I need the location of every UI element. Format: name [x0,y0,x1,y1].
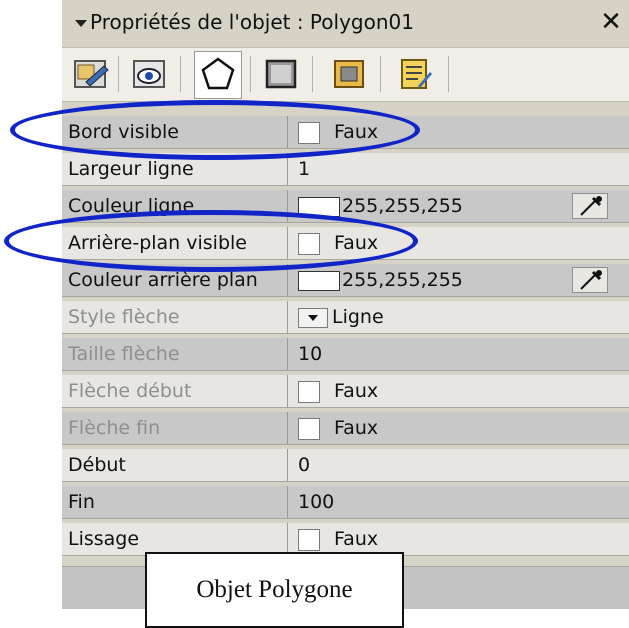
property-grid: Bord visible Faux Largeur ligne 1 Couleu… [62,116,629,566]
property-label: Lissage [68,528,140,550]
properties-panel: Propriétés de l'objet : Polygon01 ✕ Bord… [62,0,629,609]
property-label: Couleur arrière plan [68,269,258,291]
column-divider [287,190,288,222]
toolbar-separator [118,56,119,92]
checkbox[interactable] [298,381,320,403]
color-swatch[interactable] [298,197,340,217]
checkbox[interactable] [298,529,320,551]
property-label: Couleur ligne [68,195,195,217]
column-divider [287,301,288,333]
eyedropper-button[interactable] [572,193,608,219]
eyedropper-icon [580,270,602,290]
property-value: Faux [334,380,379,402]
property-value: 255,255,255 [342,195,463,217]
tab-polygon[interactable] [194,51,242,99]
toolbar-separator [312,56,313,92]
property-label: Début [68,454,126,476]
property-label: Bord visible [68,121,179,143]
column-divider [287,449,288,481]
form-edit-icon [74,60,109,88]
caption-box: Objet Polygone [145,552,404,628]
property-value[interactable]: 0 [298,449,310,481]
property-label: Flèche fin [68,417,161,439]
property-value: Ligne [332,306,384,328]
triangle-down-icon[interactable] [72,14,90,32]
column-divider [287,338,288,370]
property-row-debut[interactable]: Début 0 [62,449,629,482]
checkbox[interactable] [298,418,320,440]
property-row-taille-fleche[interactable]: Taille flèche 10 [62,338,629,371]
property-row-largeur-ligne[interactable]: Largeur ligne 1 [62,153,629,186]
column-divider [287,523,288,555]
property-label: Largeur ligne [68,158,194,180]
tab-general[interactable] [68,52,114,96]
property-row-arriere-plan-visible[interactable]: Arrière-plan visible Faux [62,227,629,260]
column-divider [287,116,288,148]
eye-icon [133,60,165,88]
property-label: Arrière-plan visible [68,232,247,254]
notepad-icon [401,59,432,89]
property-value[interactable]: 1 [298,153,310,185]
window-title: Propriétés de l'objet : Polygon01 [90,10,414,34]
pentagon-icon [201,57,235,90]
property-row-fleche-debut[interactable]: Flèche début Faux [62,375,629,408]
property-label: Style flèche [68,306,180,328]
column-divider [287,375,288,407]
property-row-couleur-arriere-plan[interactable]: Couleur arrière plan 255,255,255 [62,264,629,297]
column-divider [287,264,288,296]
eyedropper-button[interactable] [572,267,608,293]
toolbar-separator [180,56,181,92]
property-row-couleur-ligne[interactable]: Couleur ligne 255,255,255 [62,190,629,223]
color-swatch[interactable] [298,271,340,291]
frame-icon [334,60,364,88]
property-value: Faux [334,121,379,143]
property-row-style-fleche[interactable]: Style flèche Ligne [62,301,629,334]
eyedropper-icon [580,196,602,216]
tab-notes[interactable] [392,52,438,96]
toolbar-separator [380,56,381,92]
tab-visibility[interactable] [126,52,172,96]
window-icon [265,59,297,89]
property-value: 255,255,255 [342,269,463,291]
tab-window[interactable] [258,52,304,96]
property-label: Taille flèche [68,343,180,365]
property-label: Fin [68,491,95,513]
column-divider [287,227,288,259]
column-divider [287,486,288,518]
checkbox[interactable] [298,122,320,144]
dropdown-button[interactable] [298,308,328,328]
property-value: Faux [334,528,379,550]
property-row-bord-visible[interactable]: Bord visible Faux [62,116,629,149]
property-row-fleche-fin[interactable]: Flèche fin Faux [62,412,629,445]
toolbar [62,48,629,102]
property-row-fin[interactable]: Fin 100 [62,486,629,519]
title-bar: Propriétés de l'objet : Polygon01 ✕ [62,0,629,48]
close-icon[interactable]: ✕ [598,8,624,36]
tab-frame[interactable] [326,52,372,96]
property-label: Flèche début [68,380,192,402]
property-value[interactable]: 10 [298,338,322,370]
column-divider [287,153,288,185]
property-value[interactable]: 100 [298,486,334,518]
property-value: Faux [334,417,379,439]
toolbar-separator [448,56,449,92]
property-value: Faux [334,232,379,254]
toolbar-separator [250,56,251,92]
chevron-down-icon [308,315,318,321]
column-divider [287,412,288,444]
checkbox[interactable] [298,233,320,255]
